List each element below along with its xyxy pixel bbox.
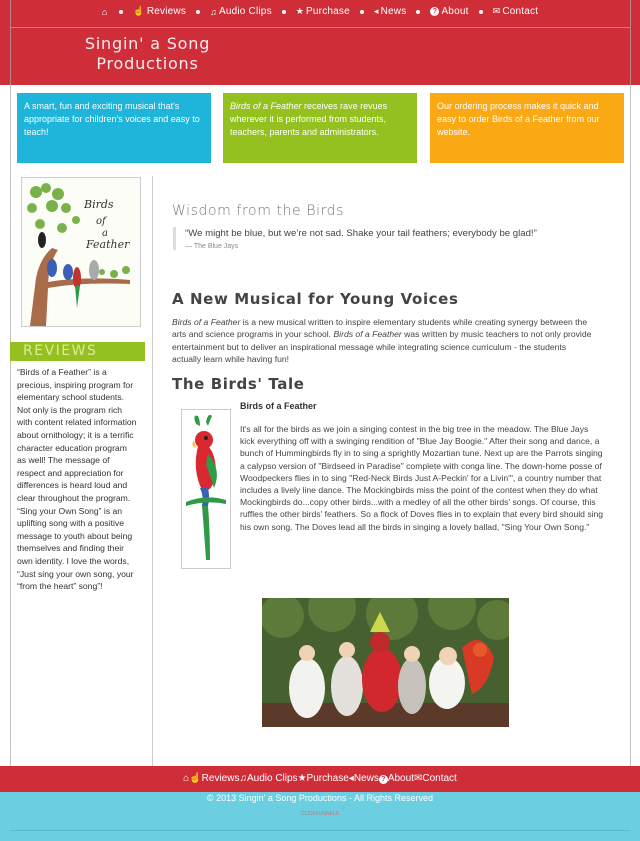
footer-nav-link-reviews[interactable]: ☝Reviews: [189, 773, 239, 784]
header-divider: [10, 27, 630, 28]
nav-separator-dot: [478, 9, 483, 14]
quote-citation: — The Blue Jays: [185, 243, 239, 250]
footer-nav: ⌂ ☝Reviews ♫Audio Clips ★Purchase ◂News? Abou…: [0, 773, 640, 784]
question-circle-icon: ?: [378, 775, 388, 784]
feature-box-orange-text: Our ordering process makes it quick and …: [437, 101, 600, 137]
feature-box-green-title: Birds of a Feather: [230, 101, 302, 111]
megaphone-icon: ◂: [373, 6, 379, 16]
nav-link-about[interactable]: ? About: [430, 6, 468, 17]
tale-heading: The Birds' Tale: [172, 375, 305, 393]
nav-link-news[interactable]: ◂ News: [374, 6, 407, 17]
feature-box-orange: Our ordering process makes it quick and …: [430, 93, 624, 163]
footer-nav-link-news[interactable]: ◂News: [349, 773, 379, 784]
book-cover-title: Birds: [83, 198, 114, 211]
review-quote: “Birds of a Feather” is a precious, insp…: [17, 367, 137, 592]
parrot-drawing: [182, 410, 230, 568]
feature-box-blue: A smart, fun and exciting musical that's…: [17, 93, 211, 163]
footer-nav-link-audio-clips[interactable]: ♫Audio Clips: [239, 773, 297, 784]
thumbs-up-icon: ☝: [133, 6, 145, 16]
svg-text:Feather: Feather: [85, 238, 130, 251]
copyright-text: © 2013 Singin' a Song Productions - All …: [207, 793, 433, 803]
footer-nav-link-about[interactable]: ? About: [378, 773, 414, 784]
footer-nav-label-audio-clips: Audio Clips: [246, 773, 298, 784]
nav-separator-dot: [196, 9, 201, 14]
quote-text: “We might be blue, but we’re not sad. Sh…: [185, 228, 537, 239]
footer-nav-label-news: News: [353, 773, 379, 784]
reviews-heading: REVIEWS: [10, 342, 145, 361]
nav-label-audio-clips: Audio Clips: [218, 6, 272, 17]
star-icon: ★: [295, 6, 305, 16]
nav-label-contact: Contact: [502, 6, 539, 17]
sidebar-divider: [152, 176, 153, 766]
nav-label-news: News: [380, 6, 407, 17]
blue-jays-quote: “We might be blue, but we’re not sad. Sh…: [173, 227, 593, 250]
site-title-line2: Productions: [96, 54, 199, 73]
nav-label-about: About: [441, 6, 469, 17]
question-circle-icon: ?: [430, 7, 440, 16]
nav-link-contact[interactable]: ✉ Contact: [493, 6, 539, 17]
music-note-icon: ♫: [239, 773, 247, 784]
nav-separator-dot: [416, 9, 421, 14]
nav-label-purchase: Purchase: [306, 6, 350, 17]
footer-nav-label-purchase: Purchase: [306, 773, 349, 784]
nav-link-reviews[interactable]: ☝ Reviews: [133, 6, 186, 17]
envelope-icon: ✉: [492, 6, 501, 16]
footer-nav-label-reviews: Reviews: [201, 773, 240, 784]
star-icon: ★: [297, 773, 307, 784]
feature-box-blue-text: A smart, fun and exciting musical that's…: [24, 101, 200, 137]
footer-divider: [10, 830, 630, 831]
frame-border-left: [10, 0, 11, 841]
musical-description: Birds of a Feather is a new musical writ…: [172, 316, 597, 366]
footer-nav-label-contact: Contact: [422, 773, 457, 784]
nav-link-home[interactable]: ⌂: [102, 7, 110, 17]
thumbs-up-icon: ☝: [189, 773, 202, 784]
musical-title-italic: Birds of a Feather: [172, 317, 241, 327]
frame-border-right: [630, 0, 631, 841]
tale-subheading: Birds of a Feather: [240, 401, 317, 411]
wisdom-heading: Wisdom from the Birds: [172, 203, 345, 219]
top-nav: ⌂ ☝ Reviews ♫ Audio Clips ★ Purchase ◂ News? Abou…: [0, 6, 640, 18]
nav-separator-dot: [119, 9, 124, 14]
performance-photo: [262, 598, 509, 727]
feature-box-green: Birds of a Feather receives rave revues …: [223, 93, 417, 163]
musical-heading: A New Musical for Young Voices: [172, 290, 459, 308]
home-icon: ⌂: [101, 6, 108, 17]
footer-nav-link-purchase[interactable]: ★Purchase: [298, 773, 349, 784]
musical-title-italic-2: Birds of a Feather: [333, 329, 402, 340]
nav-separator-dot: [359, 9, 364, 14]
footer-nav-link-contact[interactable]: ✉Contact: [414, 773, 457, 784]
nav-link-purchase[interactable]: ★ Purchase: [296, 6, 350, 17]
performance-photo-drawing: [262, 598, 509, 727]
nav-link-audio-clips[interactable]: ♫ Audio Clips: [210, 6, 272, 17]
nav-label-reviews: Reviews: [146, 6, 187, 17]
parrot-image: [181, 409, 231, 569]
site-title[interactable]: Singin' a Song Productions: [80, 34, 215, 74]
site-title-line1: Singin' a Song: [84, 34, 211, 53]
nav-separator-dot: [281, 9, 286, 14]
music-note-icon: ♫: [210, 6, 217, 17]
book-cover-image: Birds of a Feather: [21, 177, 141, 327]
tale-story: It's all for the birds as we join a sing…: [240, 424, 604, 532]
powered-by-badge[interactable]: CLICKFUNNELS: [0, 811, 640, 817]
book-cover-drawing: Birds of a Feather: [22, 178, 140, 326]
footer-nav-label-about: About: [387, 773, 414, 784]
